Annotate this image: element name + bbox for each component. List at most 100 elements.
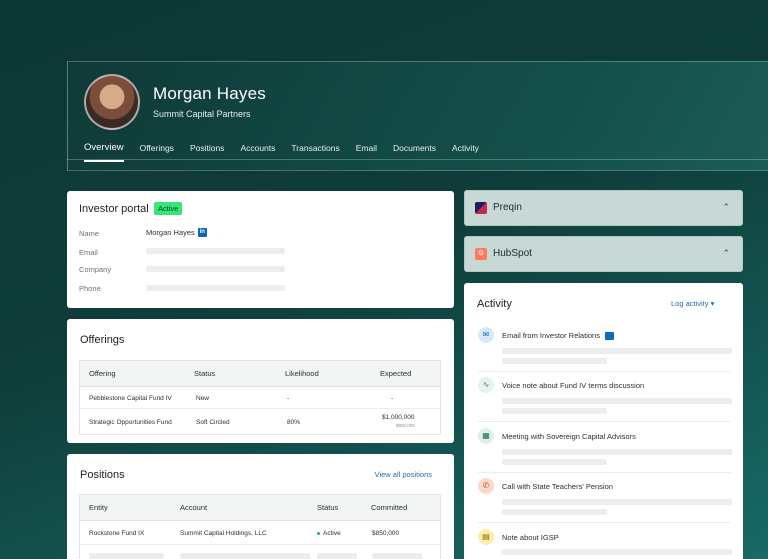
col-account: Account (180, 503, 208, 512)
tab-overview[interactable]: Overview (84, 142, 124, 162)
activity-placeholder (502, 449, 732, 455)
col-status: Status (317, 503, 339, 512)
activity-label: Voice note about Fund IV terms discussio… (502, 381, 645, 390)
position-committed: $850,000 (372, 530, 400, 537)
offerings-header: Offering Status Likelihood Expected (80, 361, 440, 387)
row-placeholder (89, 553, 164, 559)
preqin-logo-icon (475, 202, 487, 214)
name-label: Name (79, 229, 100, 238)
hubspot-logo-icon: ⚙ (475, 248, 487, 260)
tab-activity[interactable]: Activity (452, 143, 479, 153)
activity-placeholder (502, 459, 607, 465)
tab-bar: Overview Offerings Positions Accounts Tr… (84, 142, 495, 162)
tab-positions[interactable]: Positions (190, 143, 225, 153)
col-likelihood: Likelihood (285, 369, 319, 378)
activity-title: Activity (477, 298, 512, 310)
tab-divider (67, 159, 768, 160)
activity-placeholder (502, 398, 732, 404)
company-placeholder (146, 266, 285, 272)
table-row[interactable]: Strategic Opportunities Fund Soft Circle… (80, 409, 440, 434)
activity-label: Note about IGSP (502, 533, 559, 542)
email-placeholder (146, 248, 285, 254)
status-badge: Active (154, 202, 183, 215)
row-placeholder (180, 553, 310, 559)
offering-expected: - (391, 395, 394, 402)
offering-name: Strategic Opportunities Fund (89, 419, 172, 426)
waveform-icon: ∿ (478, 377, 494, 393)
row-placeholder (317, 553, 357, 559)
offering-expected-sub: $800,000 (396, 423, 415, 428)
position-account: Summit Capital Holdings, LLC (180, 530, 267, 537)
outlook-icon (605, 332, 615, 341)
status-dot-icon (317, 531, 320, 535)
activity-placeholder (502, 509, 607, 515)
profile-company: Summit Capital Partners (153, 109, 251, 119)
hubspot-title: HubSpot (493, 248, 532, 259)
caret-down-icon: ▾ (710, 299, 715, 308)
activity-placeholder (502, 408, 607, 414)
phone-icon: ✆ (478, 478, 494, 494)
positions-title: Positions (80, 469, 125, 481)
col-status: Status (194, 369, 216, 378)
offering-status: New (196, 395, 210, 402)
positions-card: Positions View all positions Entity Acco… (67, 454, 454, 559)
position-entity: Rockstone Fund IX (89, 530, 145, 537)
offering-status: Soft Circled (196, 419, 230, 426)
activity-placeholder (502, 549, 732, 555)
activity-label: Email from Investor Relations (502, 331, 600, 340)
email-label: Email (79, 248, 98, 257)
offerings-table: Offering Status Likelihood Expected Pebb… (79, 360, 441, 435)
activity-placeholder (502, 348, 732, 354)
offering-likelihood: - (287, 395, 290, 402)
tab-transactions[interactable]: Transactions (291, 143, 339, 153)
calendar-icon: ▦ (478, 428, 494, 444)
profile-name: Morgan Hayes (153, 84, 266, 103)
activity-divider (478, 421, 731, 422)
chevron-up-icon[interactable]: ⌃ (722, 202, 730, 213)
preqin-panel[interactable]: Preqin ⌃ (464, 190, 743, 226)
tab-accounts[interactable]: Accounts (240, 143, 275, 153)
tab-offerings[interactable]: Offerings (140, 143, 174, 153)
activity-text: Email from Investor Relations (502, 331, 615, 341)
activity-label: Meeting with Sovereign Capital Advisors (502, 432, 636, 441)
offering-name: Pebblestone Capital Fund IV (89, 395, 172, 402)
log-activity-button[interactable]: Log activity ▾ (671, 299, 714, 308)
table-row[interactable]: Pebblestone Capital Fund IV New - - (80, 387, 440, 409)
activity-divider (478, 371, 731, 372)
activity-card: Activity Log activity ▾ ✉ Email from Inv… (464, 283, 743, 559)
positions-table: Entity Account Status Committed Rockston… (79, 494, 441, 559)
tab-email[interactable]: Email (356, 143, 377, 153)
linkedin-icon[interactable]: in (197, 228, 207, 237)
preqin-title: Preqin (493, 202, 522, 213)
offerings-card: Offerings Offering Status Likelihood Exp… (67, 319, 454, 443)
investor-portal-card: Investor portal Active Name Morgan Hayes… (67, 191, 454, 308)
portal-title: Investor portal (79, 203, 149, 215)
activity-placeholder (502, 358, 607, 364)
offering-expected: $1,000,000 (382, 414, 415, 421)
phone-placeholder (146, 285, 285, 291)
mail-icon: ✉ (478, 327, 494, 343)
offerings-title: Offerings (80, 334, 125, 346)
col-committed: Committed (371, 503, 408, 512)
table-row[interactable]: Rockstone Fund IX Summit Capital Holding… (80, 521, 440, 545)
note-icon: ▤ (478, 529, 494, 545)
company-label: Company (79, 265, 112, 274)
name-text: Morgan Hayes (146, 228, 195, 237)
col-expected: Expected (380, 369, 412, 378)
activity-divider (478, 522, 731, 523)
activity-placeholder (502, 499, 732, 505)
positions-header: Entity Account Status Committed (80, 495, 440, 521)
avatar (84, 74, 140, 130)
name-value: Morgan Hayes in (146, 228, 207, 237)
activity-label: Call with State Teachers' Pension (502, 482, 613, 491)
tab-documents[interactable]: Documents (393, 143, 436, 153)
view-all-positions-link[interactable]: View all positions (375, 470, 432, 479)
chevron-up-icon[interactable]: ⌃ (722, 248, 730, 259)
phone-label: Phone (79, 284, 101, 293)
position-status-text: Active (323, 530, 341, 537)
col-offering: Offering (89, 369, 116, 378)
hubspot-panel[interactable]: ⚙ HubSpot ⌃ (464, 236, 743, 272)
position-status: Active (317, 530, 341, 537)
log-activity-label: Log activity (671, 299, 709, 308)
row-placeholder (372, 553, 422, 559)
